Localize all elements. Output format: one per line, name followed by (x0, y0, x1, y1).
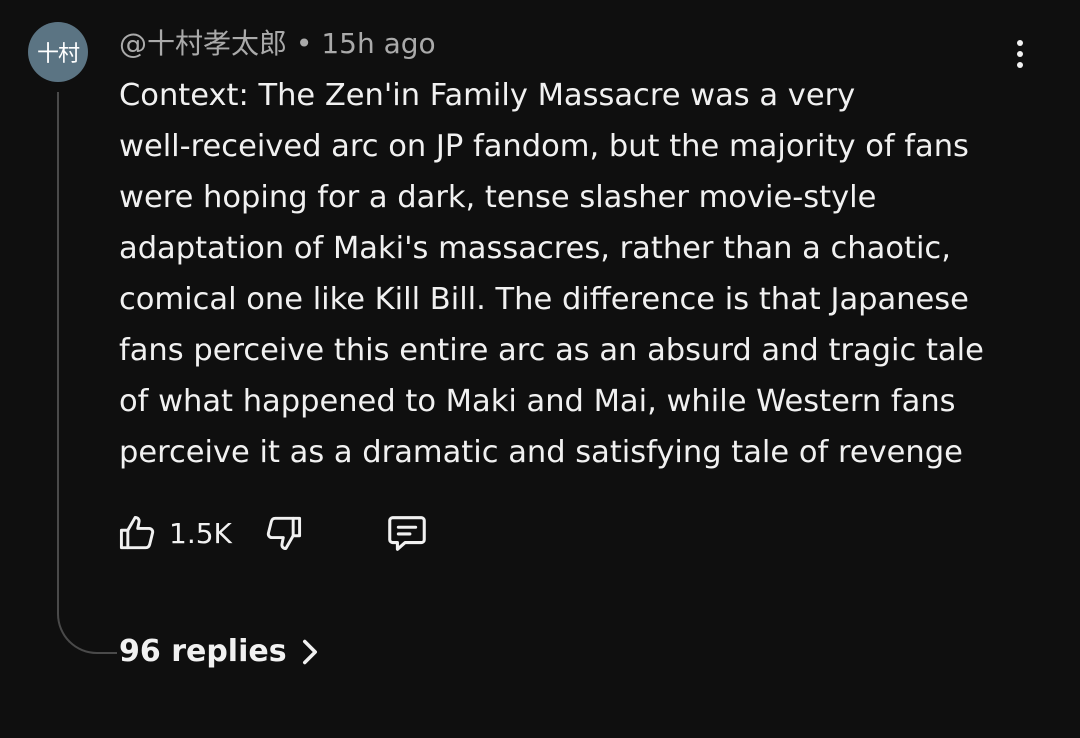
comment-line: were hoping for a dark, tense slasher mo… (119, 180, 877, 215)
more-vertical-icon (1017, 40, 1023, 46)
replies-label: 96 replies (119, 634, 287, 669)
like-button[interactable]: 1.5K (115, 511, 262, 555)
avatar[interactable]: 十村 (28, 22, 88, 82)
view-replies-button[interactable]: 96 replies (119, 630, 319, 674)
like-count: 1.5K (169, 516, 232, 550)
more-options-button[interactable] (1000, 34, 1040, 74)
dislike-button[interactable] (262, 511, 306, 555)
author-name[interactable]: @十村孝太郎 (119, 27, 287, 60)
comment-line: of what happened to Maki and Mai, while … (119, 384, 956, 419)
thread-line (57, 92, 117, 654)
comment-text: Context: The Zen'in Family Massacre was … (119, 70, 1019, 478)
comment-actions: 1.5K (115, 507, 430, 559)
more-vertical-icon-dot (1017, 51, 1023, 57)
comment-timestamp[interactable]: 15h ago (321, 27, 435, 60)
comment-header: @十村孝太郎 • 15h ago (119, 24, 436, 64)
avatar-text: 十村 (36, 42, 80, 67)
header-separator: • (295, 27, 313, 60)
comment-icon (388, 516, 426, 551)
chevron-right-icon (302, 639, 317, 665)
comment-line: perceive it as a dramatic and satisfying… (119, 435, 963, 470)
comment-line: comical one like Kill Bill. The differen… (119, 282, 969, 317)
more-vertical-icon-dot (1017, 62, 1023, 68)
reply-button[interactable] (384, 510, 430, 556)
thumbs-up-icon (119, 515, 155, 550)
comment-line: well-received arc on JP fandom, but the … (119, 129, 969, 164)
comment-line: fans perceive this entire arc as an absu… (119, 333, 984, 368)
thumbs-down-icon (266, 516, 301, 551)
comment-line: Context: The Zen'in Family Massacre was … (119, 78, 856, 113)
comment-line: adaptation of Maki's massacres, rather t… (119, 231, 951, 266)
